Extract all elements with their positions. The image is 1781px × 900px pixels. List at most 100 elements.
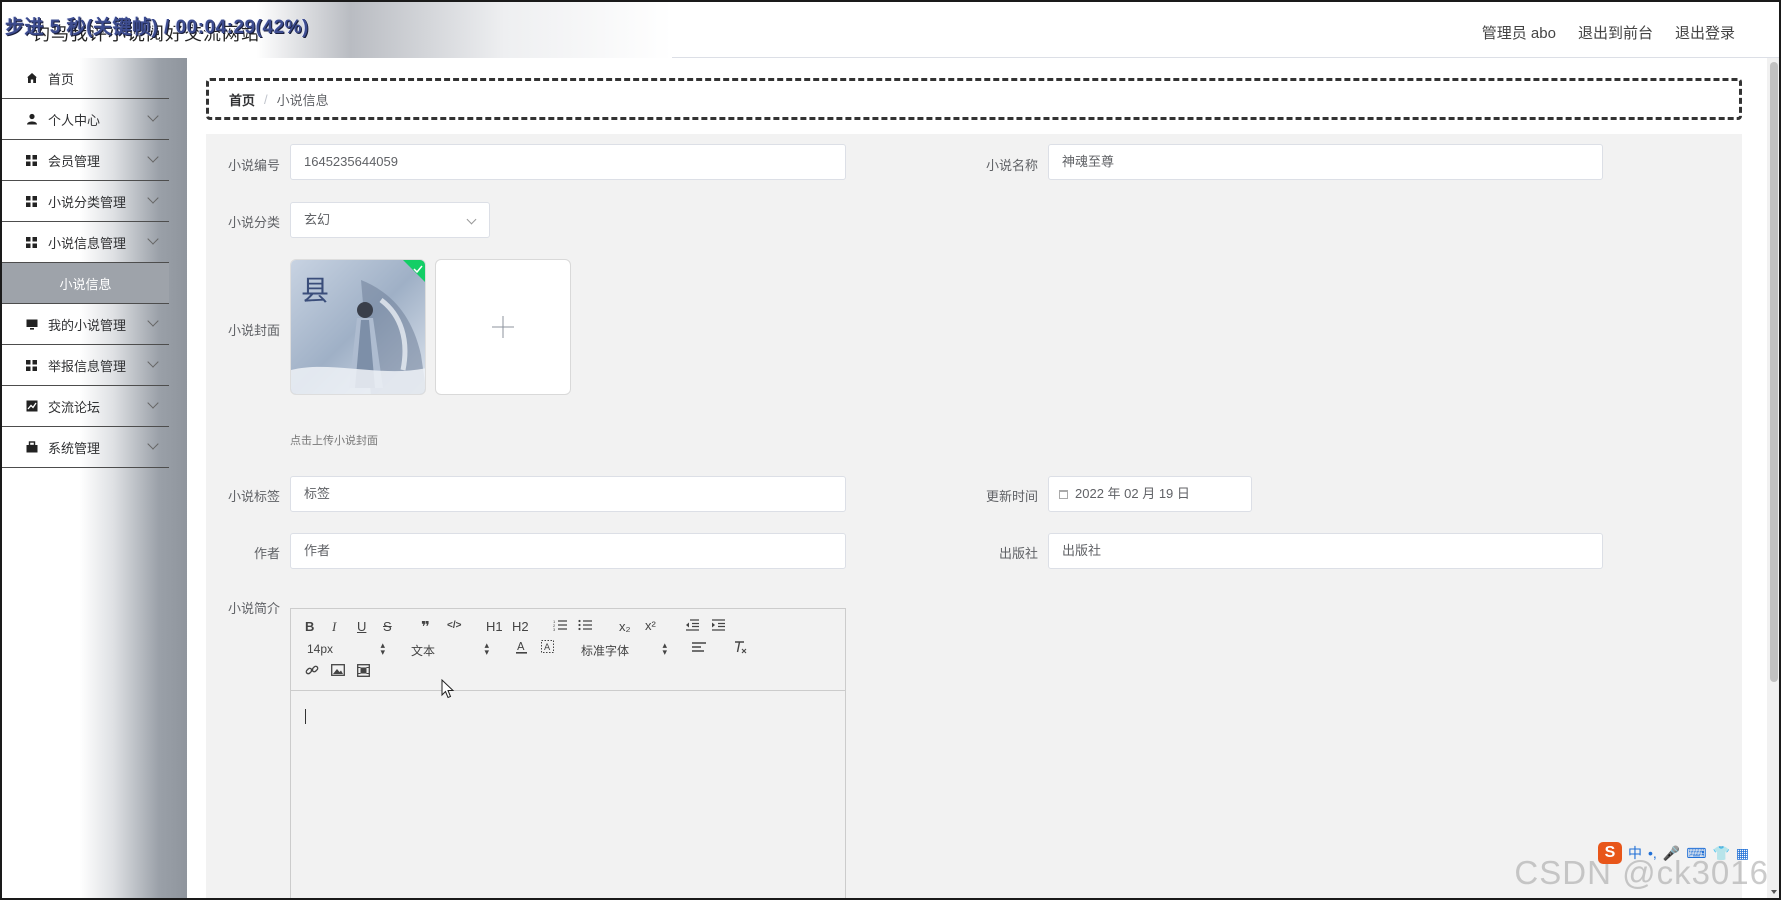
punctuation-icon[interactable]: •, — [1648, 845, 1657, 861]
microphone-icon[interactable]: 🎤 — [1663, 845, 1680, 862]
chevron-down-icon — [147, 315, 159, 327]
code-block-button[interactable]: </> — [447, 620, 461, 631]
cover-image: 县 — [291, 260, 425, 394]
grid-icon — [26, 236, 48, 248]
sidebar-item-forum[interactable]: 交流论坛 — [2, 386, 169, 427]
exit-to-frontend-link[interactable]: 退出到前台 — [1578, 22, 1653, 43]
image-icon[interactable] — [331, 664, 345, 679]
skin-icon[interactable]: 👕 — [1712, 845, 1729, 862]
text-style-select[interactable]: 文本 ▴ ▾ — [411, 640, 489, 659]
sidebar-item-novel-info-management[interactable]: 小说信息管理 — [2, 222, 169, 263]
page-scrollbar[interactable] — [1767, 58, 1781, 900]
novel-no-label: 小说编号 — [227, 158, 280, 173]
scroll-down-arrow-icon[interactable] — [1771, 890, 1777, 894]
author-label: 作者 — [253, 546, 280, 561]
sidebar-subitem-novel-info[interactable]: 小说信息 — [2, 263, 169, 304]
svg-text:3: 3 — [553, 627, 556, 631]
svg-text:县: 县 — [301, 274, 329, 307]
grid-icon — [26, 154, 48, 166]
sidebar-item-label: 会员管理 — [48, 153, 101, 169]
breadcrumb-current: 小说信息 — [276, 92, 329, 108]
logout-link[interactable]: 退出登录 — [1675, 22, 1735, 43]
ime-toolbar[interactable]: S 中 •, 🎤 ⌨ 👕 ▦ — [1598, 841, 1766, 865]
rich-text-editor: B I U S ❞ </> H1 H2 123 x₂ x² 14px ▴ ▾ 文本… — [290, 608, 846, 900]
category-select[interactable]: 玄幻 — [290, 202, 490, 238]
clear-format-icon[interactable] — [733, 640, 747, 657]
scrollbar-thumb[interactable] — [1770, 62, 1778, 682]
sidebar-item-personal-center[interactable]: 个人中心 — [2, 99, 169, 140]
grid-icon — [26, 195, 48, 207]
top-header: 钓鸟我评小说阅好交流网站 步进 5 秒(关键帧) / 00:04:29(42%)… — [0, 0, 1781, 58]
sidebar-item-report-management[interactable]: 举报信息管理 — [2, 345, 169, 386]
text-style-value: 文本 — [411, 644, 436, 658]
intro-label: 小说简介 — [227, 601, 280, 616]
bold-button[interactable]: B — [305, 619, 314, 634]
update-time-datepicker[interactable]: 2022 年 02 月 19 日 — [1048, 476, 1252, 512]
sidebar-item-category-management[interactable]: 小说分类管理 — [2, 181, 169, 222]
update-time-value: 2022 年 02 月 19 日 — [1075, 486, 1190, 501]
sidebar-item-member-management[interactable]: 会员管理 — [2, 140, 169, 181]
sidebar-item-label: 系统管理 — [48, 440, 101, 456]
sidebar-item-system-management[interactable]: 系统管理 — [2, 427, 169, 468]
editor-toolbar: B I U S ❞ </> H1 H2 123 x₂ x² 14px ▴ ▾ 文本… — [291, 609, 845, 691]
bullet-list-icon[interactable] — [578, 619, 592, 634]
chevron-down-icon — [466, 214, 477, 225]
video-icon[interactable] — [357, 664, 370, 680]
svg-text:A: A — [517, 640, 525, 653]
sidebar-item-my-novel-management[interactable]: 我的小说管理 — [2, 304, 169, 345]
monitor-icon — [26, 319, 48, 330]
subscript-button[interactable]: x₂ — [619, 619, 631, 634]
sidebar-item-home[interactable]: 首页 — [2, 58, 169, 99]
publisher-input[interactable]: 出版社 — [1048, 533, 1603, 569]
keyboard-icon[interactable]: ⌨ — [1686, 845, 1706, 862]
sidebar-item-label: 我的小说管理 — [48, 317, 127, 333]
author-input[interactable]: 作者 — [290, 533, 846, 569]
font-color-icon[interactable]: A — [515, 640, 528, 657]
sogou-logo-icon: S — [1598, 842, 1622, 864]
font-size-select[interactable]: 14px ▴ ▾ — [307, 641, 385, 657]
chevron-down-icon — [147, 397, 159, 409]
cover-thumbnail[interactable]: 县 — [290, 259, 426, 395]
ordered-list-icon[interactable]: 123 — [553, 619, 567, 634]
blockquote-button[interactable]: ❞ — [421, 618, 430, 636]
link-icon[interactable] — [305, 663, 319, 680]
breadcrumb: 首页 / 小说信息 — [206, 78, 1742, 120]
sidebar-item-label: 举报信息管理 — [48, 358, 127, 374]
indent-icon[interactable] — [711, 619, 725, 634]
tags-input[interactable]: 标签 — [290, 476, 846, 512]
admin-user-link[interactable]: 管理员 abo — [1482, 22, 1556, 43]
mouse-pointer-icon — [441, 679, 455, 699]
font-family-select[interactable]: 标准字体 ▴ ▾ — [581, 640, 667, 659]
updown-icon: ▴ ▾ — [662, 640, 667, 657]
novel-no-input[interactable]: 1645235644059 — [290, 144, 846, 180]
ime-language[interactable]: 中 — [1628, 843, 1642, 863]
home-icon — [26, 72, 48, 84]
underline-button[interactable]: U — [357, 619, 366, 634]
chevron-up-icon — [147, 233, 159, 245]
sidebar: 首页 个人中心 会员管理 小说分类管理 小说信息管理 小说信息 我的小说管理 举… — [2, 58, 187, 900]
superscript-button[interactable]: x² — [645, 618, 656, 633]
sidebar-item-label: 小说分类管理 — [48, 194, 127, 210]
align-icon[interactable] — [692, 641, 706, 656]
chart-icon — [26, 400, 48, 412]
update-time-label: 更新时间 — [985, 489, 1038, 504]
sidebar-item-label: 小说信息管理 — [48, 235, 127, 251]
toolbox-icon[interactable]: ▦ — [1736, 845, 1749, 862]
novel-name-input[interactable]: 神魂至尊 — [1048, 144, 1603, 180]
outdent-icon[interactable] — [685, 619, 699, 634]
updown-icon: ▴ ▾ — [484, 640, 489, 657]
breadcrumb-home-link[interactable]: 首页 — [229, 90, 255, 109]
publisher-label: 出版社 — [998, 546, 1038, 561]
briefcase-icon — [26, 441, 48, 453]
header1-button[interactable]: H1 — [486, 619, 503, 634]
sidebar-item-label: 交流论坛 — [48, 399, 101, 415]
header2-button[interactable]: H2 — [512, 619, 529, 634]
editor-text-caret[interactable] — [305, 709, 306, 724]
background-color-icon[interactable]: A — [541, 640, 554, 657]
svg-text:A: A — [544, 643, 551, 653]
cover-upload-tip: 点击上传小说封面 — [290, 435, 378, 447]
strike-button[interactable]: S — [383, 619, 392, 634]
italic-button[interactable]: I — [332, 619, 336, 635]
cover-upload-button[interactable] — [435, 259, 571, 395]
chevron-down-icon — [147, 438, 159, 450]
